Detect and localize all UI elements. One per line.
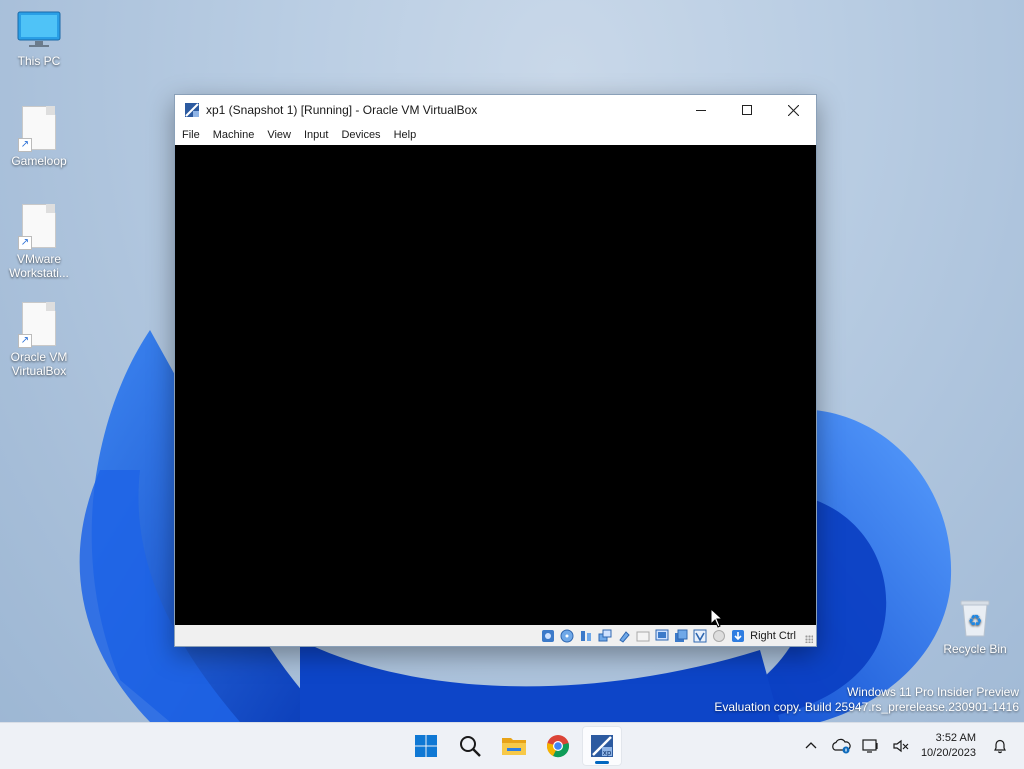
network-tray-button[interactable]	[857, 732, 885, 760]
virtualbox-window[interactable]: xp1 (Snapshot 1) [Running] - Oracle VM V…	[174, 94, 817, 647]
start-button[interactable]	[406, 726, 446, 766]
search-icon	[460, 736, 481, 757]
shared-folders-status-icon[interactable]	[635, 628, 651, 644]
status-bar: Right Ctrl	[175, 625, 816, 646]
svg-text:♻: ♻	[968, 611, 982, 630]
minimize-icon	[696, 110, 706, 111]
optical-drive-status-icon[interactable]	[559, 628, 575, 644]
chrome-icon	[547, 735, 569, 758]
display-status-icon[interactable]	[654, 628, 670, 644]
show-hidden-icons-button[interactable]	[797, 732, 825, 760]
hard-disk-status-icon[interactable]	[540, 628, 556, 644]
menu-devices[interactable]: Devices	[338, 127, 388, 143]
network-status-icon[interactable]	[597, 628, 613, 644]
watermark-line-1: Windows 11 Pro Insider Preview	[847, 685, 1019, 699]
mouse-cursor-icon	[710, 608, 724, 628]
onedrive-tray-button[interactable]	[827, 732, 855, 760]
menu-view[interactable]: View	[264, 127, 299, 143]
clock-date: 10/20/2023	[920, 747, 976, 759]
desktop-icon-gameloop[interactable]: ↗ Gameloop	[3, 106, 75, 168]
bell-icon	[994, 739, 1006, 754]
audio-status-icon[interactable]	[578, 628, 594, 644]
menu-input[interactable]: Input	[301, 127, 336, 143]
desktop-icon-recycle-bin[interactable]: ♻ Recycle Bin	[939, 598, 1011, 656]
resize-grip[interactable]	[805, 635, 813, 643]
maximize-button[interactable]	[724, 95, 770, 125]
desktop-icon-this-pc[interactable]: This PC	[3, 10, 75, 68]
menu-machine[interactable]: Machine	[210, 127, 263, 143]
close-icon	[787, 104, 799, 116]
chrome-button[interactable]	[538, 726, 578, 766]
virtualbox-icon	[185, 103, 199, 117]
keyboard-capture-icon[interactable]	[730, 628, 746, 644]
mouse-integration-status-icon[interactable]	[711, 628, 727, 644]
volume-muted-icon	[893, 739, 909, 753]
host-key-label: Right Ctrl	[750, 629, 796, 642]
computer-monitor-icon	[17, 11, 61, 47]
watermark-line-2: Evaluation copy. Build 25947.rs_prerelea…	[714, 700, 1019, 714]
usb-status-icon[interactable]	[616, 628, 632, 644]
shortcut-file-icon: ↗	[18, 302, 56, 348]
desktop-icon-label: Gameloop	[11, 154, 67, 168]
close-button[interactable]	[770, 95, 816, 125]
title-bar[interactable]: xp1 (Snapshot 1) [Running] - Oracle VM V…	[175, 95, 816, 125]
svg-text:xp: xp	[603, 749, 612, 757]
window-title: xp1 (Snapshot 1) [Running] - Oracle VM V…	[206, 103, 478, 117]
chevron-up-icon	[805, 742, 817, 749]
desktop-icon-virtualbox[interactable]: ↗ Oracle VM VirtualBox	[3, 302, 75, 378]
taskbar-clock[interactable]: 3:52 AM 10/20/2023	[921, 731, 976, 761]
desktop-icon-label: This PC	[17, 54, 61, 68]
volume-tray-button[interactable]	[887, 732, 915, 760]
taskbar: xp 3:52 AM 10/20/2023	[0, 722, 1024, 769]
recording-status-icon[interactable]	[673, 628, 689, 644]
shortcut-file-icon: ↗	[18, 204, 56, 250]
virtualization-status-icon[interactable]	[692, 628, 708, 644]
desktop-icon-label: Recycle Bin	[943, 642, 1007, 656]
search-button[interactable]	[450, 726, 490, 766]
minimize-button[interactable]	[678, 95, 724, 125]
virtualbox-taskbar-button[interactable]: xp	[582, 726, 622, 766]
clock-time: 3:52 AM	[935, 732, 976, 744]
notifications-button[interactable]	[986, 732, 1014, 760]
recycle-bin-icon: ♻	[960, 600, 990, 637]
start-icon	[415, 735, 437, 757]
maximize-icon	[742, 105, 752, 115]
shortcut-file-icon: ↗	[18, 106, 56, 152]
desktop-icon-label: VMware Workstati...	[9, 252, 69, 280]
vm-display[interactable]	[175, 145, 816, 625]
file-explorer-button[interactable]	[494, 726, 534, 766]
cloud-info-icon	[832, 738, 851, 754]
evaluation-watermark: Windows 11 Pro Insider Preview Evaluatio…	[714, 685, 1019, 715]
menu-file[interactable]: File	[179, 127, 208, 143]
network-monitor-icon	[862, 739, 878, 753]
file-explorer-icon	[502, 738, 526, 755]
menu-help[interactable]: Help	[391, 127, 425, 143]
menu-bar: File Machine View Input Devices Help	[175, 125, 816, 145]
desktop-icon-label: Oracle VM VirtualBox	[10, 350, 68, 378]
virtualbox-icon: xp	[591, 735, 613, 757]
desktop-icon-vmware[interactable]: ↗ VMware Workstati...	[3, 204, 75, 280]
